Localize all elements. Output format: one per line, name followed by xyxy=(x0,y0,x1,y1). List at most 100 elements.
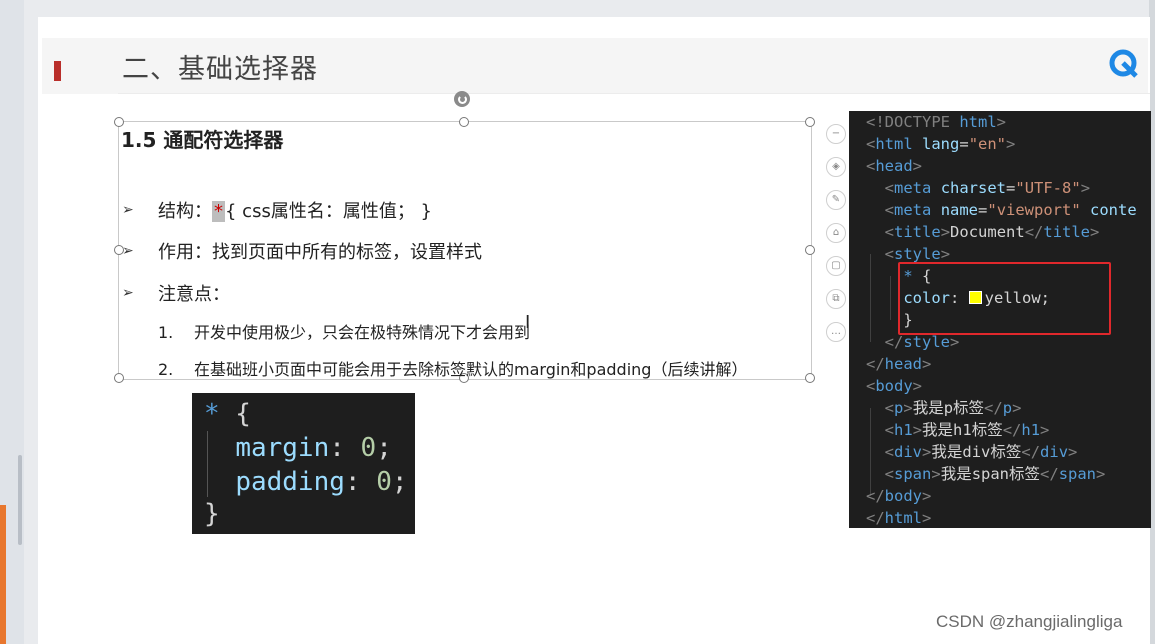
crop-icon[interactable]: ⧉ xyxy=(826,289,846,309)
tag-html-close: html xyxy=(884,509,922,527)
attr-name: name xyxy=(940,201,979,219)
div-text: 我是div标签 xyxy=(931,443,1022,461)
text-cursor-icon: I xyxy=(525,312,531,333)
note-item-1: 1. 开发中使用极少，只会在极特殊情况下才会用到 xyxy=(158,319,530,343)
left-panel-strip xyxy=(0,0,24,644)
attr-content-truncated: conte xyxy=(1080,201,1137,219)
attr-charset: charset xyxy=(940,179,1007,197)
code-line-1: <!DOCTYPE html> xyxy=(866,111,1006,133)
rotate-handle-icon[interactable] xyxy=(454,91,470,107)
brand-logo-icon xyxy=(1109,49,1138,78)
bullet-arrow-icon: ➢ xyxy=(122,202,134,218)
doctype-close: > xyxy=(996,113,1007,131)
attr-lang: lang xyxy=(922,135,960,153)
tag-title-close: title xyxy=(1043,223,1091,241)
tag-p-open: p xyxy=(894,399,904,417)
p-text: 我是p标签 xyxy=(912,399,985,417)
note-item-2-text: 在基础班小页面中可能会用于去除标签默认的margin和padding（后续讲解） xyxy=(194,360,748,379)
code-line-19: </html> xyxy=(866,509,932,527)
css-reset-snippet: * { margin: 0; padding: 0; } xyxy=(192,393,415,534)
resize-handle-mr[interactable] xyxy=(805,245,815,255)
object-toolbar: − ◈ ✎ ⌂ ▢ ⧉ … xyxy=(826,124,848,355)
html-code-editor: <!DOCTYPE html> <html lang="en"> <head> … xyxy=(849,111,1151,528)
code-line-4: <meta charset="UTF-8"> xyxy=(884,179,1091,197)
note-item-1-text: 开发中使用极少，只会在极特殊情况下才会用到 xyxy=(194,323,531,342)
tag-html: html xyxy=(875,135,913,153)
doctype-open: <!DOCTYPE xyxy=(866,113,950,131)
snippet-prop-padding: padding xyxy=(235,467,345,497)
h1-text: 我是h1标签 xyxy=(922,421,1003,439)
left-scrollbar[interactable] xyxy=(18,455,22,545)
more-icon[interactable]: … xyxy=(826,322,846,342)
code-line-13: <body> xyxy=(866,377,923,395)
bullet-structure: 结构： *{ css属性名：属性值； } xyxy=(158,197,432,223)
tag-body-close: body xyxy=(884,487,922,505)
bullet-structure-suffix: { css属性名：属性值； } xyxy=(225,201,432,222)
tag-head-close: head xyxy=(884,355,922,373)
tag-style-open: style xyxy=(894,245,941,263)
snippet-line-1: * { xyxy=(204,399,251,429)
code-line-2: <html lang="en"> xyxy=(866,135,1016,153)
tag-span-close: span xyxy=(1058,465,1097,483)
tag-body-open: body xyxy=(875,377,913,395)
resize-handle-tr[interactable] xyxy=(805,117,815,127)
resize-handle-br[interactable] xyxy=(805,373,815,383)
attr-lang-value: "en" xyxy=(968,135,1007,153)
doctype-kw: html xyxy=(950,113,997,131)
note-item-2: 2. 在基础班小页面中可能会用于去除标签默认的margin和padding（后续讲… xyxy=(158,356,747,380)
resize-handle-tc[interactable] xyxy=(459,117,469,127)
snippet-prop-margin: margin xyxy=(235,433,330,463)
highlight-box xyxy=(898,262,1111,335)
bullet-notes: 注意点： xyxy=(158,284,230,305)
tag-meta: meta xyxy=(894,201,932,219)
tag-div-close: div xyxy=(1040,443,1069,461)
code-line-3: <head> xyxy=(866,157,923,175)
wildcard-star-highlight: * xyxy=(212,201,225,222)
title-text: Document xyxy=(950,223,1025,241)
code-line-14: <p>我是p标签</p> xyxy=(884,399,1022,417)
snippet-brace-close: } xyxy=(204,499,220,529)
attr-charset-value: "UTF-8" xyxy=(1015,179,1081,197)
tag-h1-close: h1 xyxy=(1021,421,1041,439)
bullet-arrow-icon: ➢ xyxy=(122,243,134,259)
code-line-15: <h1>我是h1标签</h1> xyxy=(884,421,1050,439)
title-divider xyxy=(118,93,1150,94)
tag-head: head xyxy=(875,157,913,175)
attr-name-value: "viewport" xyxy=(987,201,1081,219)
pen-icon[interactable]: ✎ xyxy=(826,190,846,210)
tag-span-open: span xyxy=(894,465,932,483)
code-line-17: <span>我是span标签</span> xyxy=(884,465,1106,483)
bullet-purpose: 作用：找到页面中所有的标签，设置样式 xyxy=(158,242,482,263)
code-line-18: </body> xyxy=(866,487,932,505)
section-heading: 1.5 通配符选择器 xyxy=(121,128,284,152)
code-line-6: <title>Document</title> xyxy=(884,223,1100,241)
minus-icon[interactable]: − xyxy=(826,124,846,144)
title-accent-mark xyxy=(54,61,61,81)
snippet-val-margin: 0 xyxy=(360,433,377,463)
span-text: 我是span标签 xyxy=(940,465,1041,483)
csdn-watermark: CSDN @zhangjialingliga xyxy=(936,612,1123,631)
slide-title: 二、基础选择器 xyxy=(122,54,318,85)
bullet-arrow-icon: ➢ xyxy=(122,285,134,301)
tag-h1-open: h1 xyxy=(894,421,913,439)
code-line-5: <meta name="viewport" conte xyxy=(884,201,1137,219)
snippet-star: * xyxy=(204,399,220,429)
layers-icon[interactable]: ◈ xyxy=(826,157,846,177)
tag-style-close: style xyxy=(903,333,951,351)
resize-handle-bl[interactable] xyxy=(114,373,124,383)
stamp-icon[interactable]: ⌂ xyxy=(826,223,846,243)
snippet-line-2: margin: 0; xyxy=(235,433,392,463)
tag-div-open: div xyxy=(894,443,923,461)
snippet-line-3: padding: 0; xyxy=(235,467,408,497)
snippet-brace-open: { xyxy=(219,399,251,429)
code-line-16: <div>我是div标签</div> xyxy=(884,443,1078,461)
tag-meta: meta xyxy=(894,179,932,197)
note-item-2-num: 2. xyxy=(158,360,174,379)
bullet-structure-prefix: 结构： xyxy=(158,201,212,222)
left-accent-bar xyxy=(0,505,6,644)
code-line-12: </head> xyxy=(866,355,932,373)
note-item-1-num: 1. xyxy=(158,323,174,342)
tag-title-open: title xyxy=(894,223,941,241)
snippet-val-padding: 0 xyxy=(376,467,392,497)
frame-icon[interactable]: ▢ xyxy=(826,256,846,276)
